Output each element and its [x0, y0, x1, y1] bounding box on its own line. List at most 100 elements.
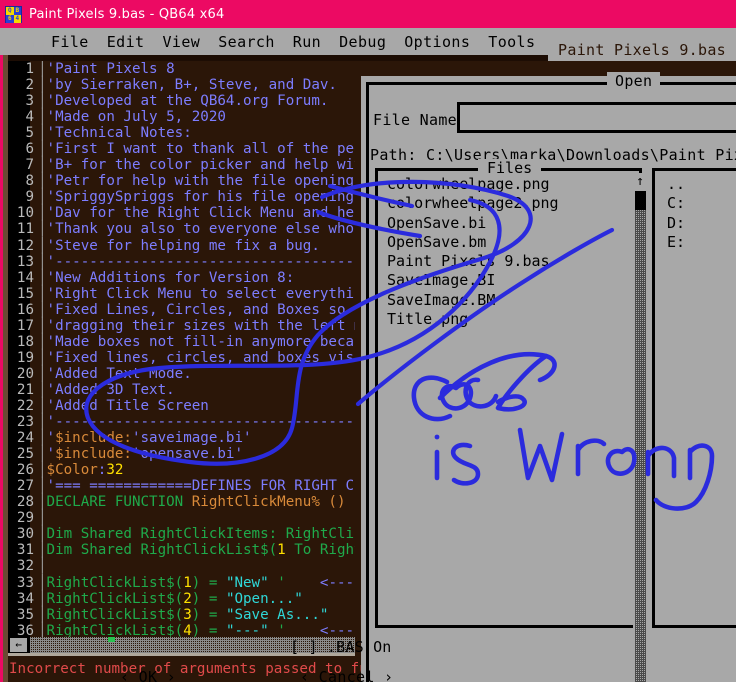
path-label: Path: C:\Users\marka\Downloads\Paint Pix…: [370, 146, 736, 164]
file-list-item[interactable]: SaveImage.BI: [387, 271, 635, 290]
code-line-text: 'Made on July 5, 2020: [47, 109, 355, 125]
menu-view[interactable]: View: [153, 33, 209, 51]
code-line[interactable]: 11│'Thank you also to everyone else who …: [8, 221, 355, 237]
menu-file[interactable]: File: [42, 33, 98, 51]
menu-options[interactable]: Options: [395, 33, 479, 51]
menu-search[interactable]: Search: [209, 33, 284, 51]
code-line[interactable]: 1│'Paint Pixels 8: [8, 61, 355, 77]
code-line[interactable]: 30│Dim Shared RightClickItems: RightClic…: [8, 526, 355, 542]
code-line[interactable]: 13│'------------------------------------…: [8, 254, 355, 270]
scroll-up-arrow-icon[interactable]: ↑: [633, 175, 647, 189]
code-line[interactable]: 36│RightClickList$(4) = "---" ' <------: [8, 623, 355, 637]
code-line-text: 'SpriggySpriggs for his file opening a: [47, 189, 355, 205]
code-line[interactable]: 4│'Made on July 5, 2020: [8, 109, 355, 125]
file-list-item[interactable]: SaveImage.BM: [387, 291, 635, 310]
line-number: 31: [8, 542, 38, 558]
code-token: 'Made boxes not fill-in anymore becaus: [47, 334, 355, 350]
file-list-item[interactable]: OpenSave.bm: [387, 233, 635, 252]
code-line[interactable]: 18│'Made boxes not fill-in anymore becau…: [8, 334, 355, 350]
gutter-separator: │: [38, 254, 47, 270]
code-text-area[interactable]: 1│'Paint Pixels 82│'by Sierraken, B+, St…: [8, 61, 355, 637]
file-list-item[interactable]: OpenSave.bi: [387, 214, 635, 233]
gutter-separator: │: [38, 526, 47, 542]
line-number: 19: [8, 350, 38, 366]
menu-debug[interactable]: Debug: [330, 33, 395, 51]
vscroll-track[interactable]: [635, 191, 646, 682]
line-number: 14: [8, 270, 38, 286]
drive-list-item[interactable]: C:: [667, 194, 685, 213]
code-line[interactable]: 29│: [8, 510, 355, 526]
code-line[interactable]: 26│$Color:32: [8, 462, 355, 478]
gutter-separator: │: [38, 558, 47, 574]
code-token: 'Added Title Screen: [47, 398, 209, 414]
code-line[interactable]: 34│RightClickList$(2) = "Open...": [8, 591, 355, 607]
code-line[interactable]: 9│'SpriggySpriggs for his file opening a: [8, 189, 355, 205]
code-token: RightClickList$(: [47, 607, 184, 623]
menu-run[interactable]: Run: [284, 33, 330, 51]
code-token: Dim Shared RightClickItems: RightClick: [47, 526, 355, 542]
drive-list-item[interactable]: ..: [667, 175, 685, 194]
code-line[interactable]: 7│'B+ for the color picker and help with: [8, 157, 355, 173]
line-number: 30: [8, 526, 38, 542]
file-list-item[interactable]: Title.png: [387, 310, 635, 329]
code-line-text: '$include:'opensave.bi': [47, 446, 355, 462]
open-file-tab[interactable]: Paint Pixels 9.bas: [548, 40, 736, 61]
drive-list-item[interactable]: D:: [667, 214, 685, 233]
drive-list-item[interactable]: E:: [667, 233, 685, 252]
file-list-item[interactable]: colorwheelpage2.png: [387, 194, 635, 213]
code-line[interactable]: 8│'Petr for help with the file opening a: [8, 173, 355, 189]
gutter-separator: │: [38, 205, 47, 221]
code-token: '=== ============DEFINES FOR RIGHT CL: [47, 478, 355, 494]
file-name-input[interactable]: [457, 102, 736, 133]
gutter-separator: │: [38, 157, 47, 173]
drives-list[interactable]: ..C:D:E:: [667, 175, 685, 252]
code-line[interactable]: 14│'New Additions for Version 8:: [8, 270, 355, 286]
code-line[interactable]: 35│RightClickList$(3) = "Save As...": [8, 607, 355, 623]
vscroll-thumb[interactable]: [635, 191, 646, 210]
code-token: $include:: [55, 430, 132, 446]
code-line[interactable]: 16│'Fixed Lines, Circles, and Boxes so t…: [8, 302, 355, 318]
code-line-text: 'Steve for helping me fix a bug.: [47, 238, 355, 254]
code-line[interactable]: 2│'by Sierraken, B+, Steve, and Dav.: [8, 77, 355, 93]
code-line[interactable]: 28│DECLARE FUNCTION RightClickMenu% (): [8, 494, 355, 510]
bas-filter-checkbox[interactable]: [ ] .BAS On: [290, 638, 392, 656]
cancel-button[interactable]: ‹ Cancel ›: [300, 668, 393, 682]
code-token: <----: [286, 575, 355, 591]
code-line[interactable]: 6│'First I want to thank all of the peop: [8, 141, 355, 157]
code-line[interactable]: 5│'Technical Notes:: [8, 125, 355, 141]
code-line[interactable]: 19│'Fixed lines, circles, and boxes visi…: [8, 350, 355, 366]
code-line[interactable]: 17│'dragging their sizes with the left m…: [8, 318, 355, 334]
code-line[interactable]: 27│'=== ============DEFINES FOR RIGHT CL: [8, 478, 355, 494]
code-line-text: RightClickList$(3) = "Save As...": [47, 607, 355, 623]
code-line[interactable]: 12│'Steve for helping me fix a bug.: [8, 238, 355, 254]
files-list[interactable]: colorwheelpage.pngcolorwheelpage2.pngOpe…: [387, 175, 635, 329]
code-line[interactable]: 33│RightClickList$(1) = "New" ' <----: [8, 575, 355, 591]
menu-tools[interactable]: Tools: [479, 33, 544, 51]
code-line[interactable]: 21│'Added 3D Text.: [8, 382, 355, 398]
file-list-item[interactable]: Paint Pixels 9.bas: [387, 252, 635, 271]
scroll-left-arrow-icon[interactable]: ←: [10, 638, 27, 652]
code-line[interactable]: 23│'------------------------------------…: [8, 414, 355, 430]
code-token: "---": [226, 623, 269, 637]
code-line-text: 'Fixed Lines, Circles, and Boxes so th: [47, 302, 355, 318]
code-line[interactable]: 3│'Developed at the QB64.org Forum.: [8, 93, 355, 109]
code-line[interactable]: 32│: [8, 558, 355, 574]
code-line[interactable]: 10│'Dav for the Right Click Menu and hel…: [8, 205, 355, 221]
menu-edit[interactable]: Edit: [98, 33, 154, 51]
code-token: 'SpriggySpriggs for his file opening a: [47, 189, 355, 205]
code-line[interactable]: 31│Dim Shared RightClickList$(1 To Right…: [8, 542, 355, 558]
line-number: 17: [8, 318, 38, 334]
hscroll-thumb[interactable]: [108, 637, 115, 642]
code-line[interactable]: 15│'Right Click Menu to select everythin…: [8, 286, 355, 302]
code-line[interactable]: 25│'$include:'opensave.bi': [8, 446, 355, 462]
file-list-item[interactable]: colorwheelpage.png: [387, 175, 635, 194]
code-line[interactable]: 20│'Added Text Mode.: [8, 366, 355, 382]
code-line[interactable]: 22│'Added Title Screen: [8, 398, 355, 414]
code-token: ) =: [192, 591, 226, 607]
ok-button[interactable]: ‹ OK ›: [120, 668, 176, 682]
line-number: 8: [8, 173, 38, 189]
files-vertical-scrollbar[interactable]: ↑ ↓: [633, 173, 647, 682]
gutter-separator: │: [38, 286, 47, 302]
code-line[interactable]: 24│'$include:'saveimage.bi': [8, 430, 355, 446]
code-line-text: 'Technical Notes:: [47, 125, 355, 141]
